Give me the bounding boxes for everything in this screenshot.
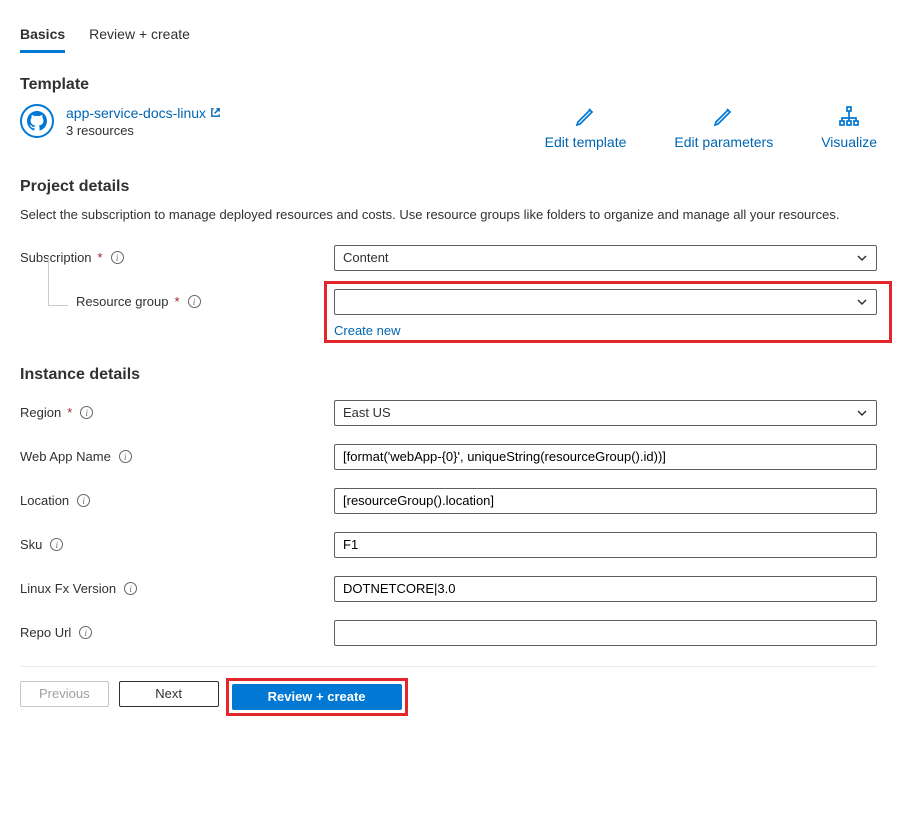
- info-icon[interactable]: i: [80, 406, 93, 419]
- footer-bar: Previous Next Review + create: [20, 666, 877, 713]
- subscription-value: Content: [343, 250, 389, 265]
- info-icon[interactable]: i: [111, 251, 124, 264]
- chevron-down-icon: [856, 252, 868, 264]
- template-link[interactable]: app-service-docs-linux: [66, 105, 221, 121]
- repourl-input[interactable]: [343, 625, 868, 640]
- subscription-select[interactable]: Content: [334, 245, 877, 271]
- tab-bar: Basics Review + create: [20, 0, 877, 54]
- pencil-icon: [712, 104, 736, 128]
- instance-details-heading: Instance details: [20, 366, 877, 384]
- repourl-input-wrapper: [334, 620, 877, 646]
- linuxfx-input[interactable]: [343, 581, 868, 596]
- external-link-icon: [210, 107, 221, 118]
- next-button[interactable]: Next: [119, 681, 219, 707]
- linuxfx-label-text: Linux Fx Version: [20, 581, 116, 596]
- info-icon[interactable]: i: [77, 494, 90, 507]
- info-icon[interactable]: i: [124, 582, 137, 595]
- edit-template-label: Edit template: [545, 134, 627, 150]
- webapp-name-label-text: Web App Name: [20, 449, 111, 464]
- location-label-text: Location: [20, 493, 69, 508]
- sku-label-text: Sku: [20, 537, 42, 552]
- pencil-icon: [574, 104, 598, 128]
- region-label-text: Region: [20, 405, 61, 420]
- info-icon[interactable]: i: [188, 295, 201, 308]
- region-value: East US: [343, 405, 391, 420]
- sku-label: Sku i: [20, 537, 334, 552]
- previous-button[interactable]: Previous: [20, 681, 109, 707]
- chevron-down-icon: [856, 407, 868, 419]
- project-details-heading: Project details: [20, 178, 877, 196]
- info-icon[interactable]: i: [79, 626, 92, 639]
- template-row: app-service-docs-linux 3 resources Edit …: [20, 104, 877, 150]
- region-select[interactable]: East US: [334, 400, 877, 426]
- sku-input-wrapper: [334, 532, 877, 558]
- resource-group-select[interactable]: [334, 289, 877, 315]
- review-create-button[interactable]: Review + create: [232, 684, 402, 710]
- region-label: Region * i: [20, 405, 334, 420]
- location-input[interactable]: [343, 493, 868, 508]
- required-star: *: [67, 405, 72, 420]
- chevron-down-icon: [856, 296, 868, 308]
- edit-parameters-label: Edit parameters: [674, 134, 773, 150]
- repourl-label-text: Repo Url: [20, 625, 71, 640]
- github-icon: [20, 104, 54, 138]
- location-label: Location i: [20, 493, 334, 508]
- template-resource-count: 3 resources: [66, 123, 221, 138]
- visualize-label: Visualize: [821, 134, 877, 150]
- tab-basics[interactable]: Basics: [20, 26, 65, 53]
- webapp-name-label: Web App Name i: [20, 449, 334, 464]
- location-input-wrapper: [334, 488, 877, 514]
- tab-review-create[interactable]: Review + create: [89, 26, 190, 53]
- webapp-name-input-wrapper: [334, 444, 877, 470]
- create-new-link[interactable]: Create new: [334, 323, 400, 338]
- repourl-label: Repo Url i: [20, 625, 334, 640]
- template-link-text: app-service-docs-linux: [66, 105, 206, 121]
- required-star: *: [175, 294, 180, 309]
- linuxfx-label: Linux Fx Version i: [20, 581, 334, 596]
- project-details-description: Select the subscription to manage deploy…: [20, 206, 877, 225]
- linuxfx-input-wrapper: [334, 576, 877, 602]
- visualize-action[interactable]: Visualize: [821, 104, 877, 150]
- edit-parameters-action[interactable]: Edit parameters: [674, 104, 773, 150]
- resource-group-label: Resource group * i: [20, 294, 334, 309]
- webapp-name-input[interactable]: [343, 449, 868, 464]
- edit-template-action[interactable]: Edit template: [545, 104, 627, 150]
- resource-group-label-text: Resource group: [76, 294, 169, 309]
- info-icon[interactable]: i: [50, 538, 63, 551]
- sku-input[interactable]: [343, 537, 868, 552]
- hierarchy-icon: [837, 104, 861, 128]
- info-icon[interactable]: i: [119, 450, 132, 463]
- required-star: *: [98, 250, 103, 265]
- template-heading: Template: [20, 76, 877, 94]
